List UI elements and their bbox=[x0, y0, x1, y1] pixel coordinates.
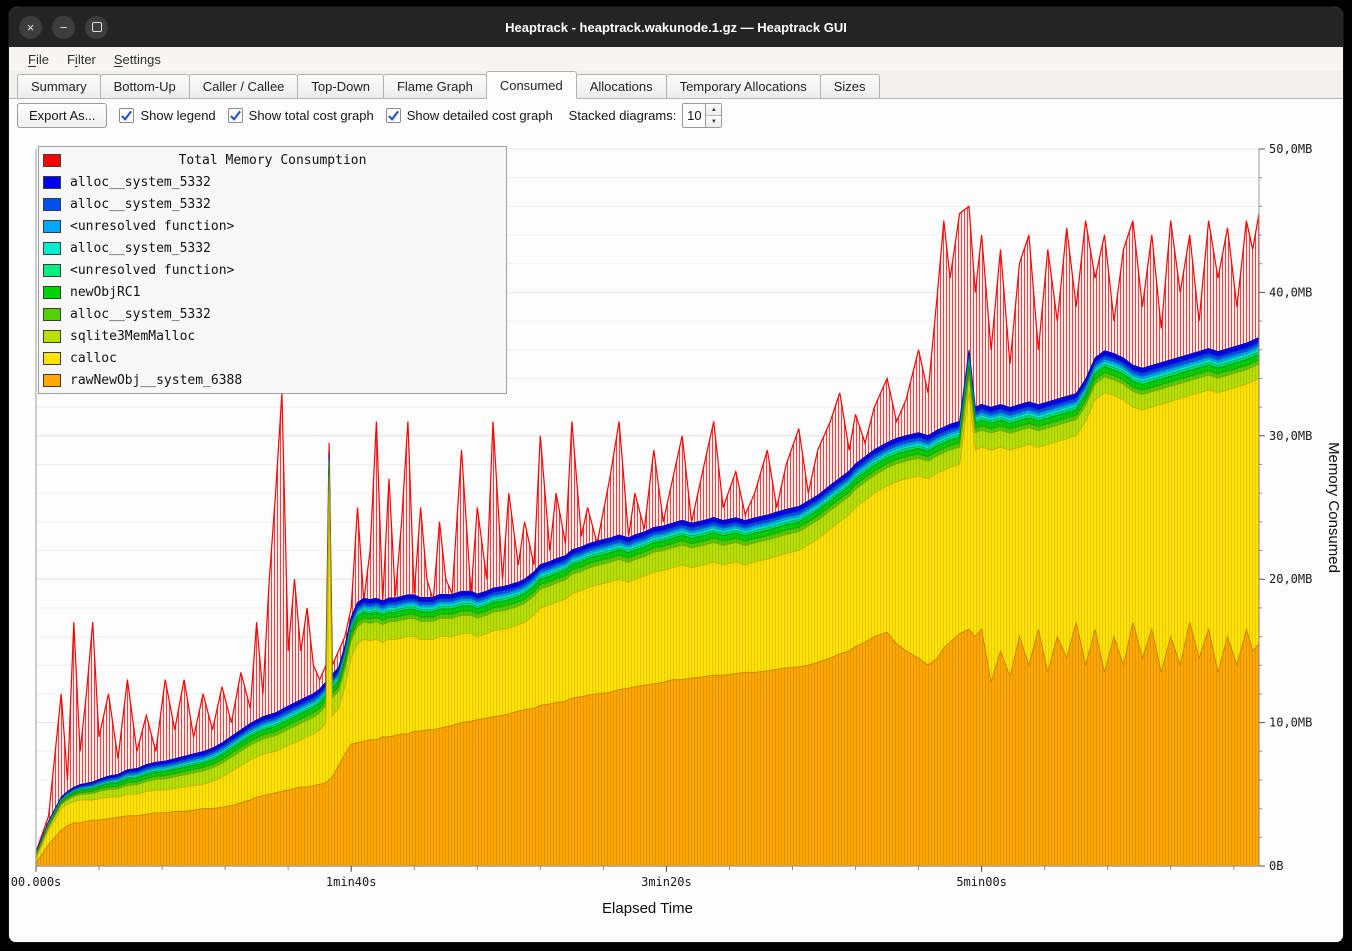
legend-label: rawNewObj__system_6388 bbox=[70, 373, 242, 388]
checkbox-box[interactable] bbox=[386, 108, 401, 123]
legend-title-row: Total Memory Consumption bbox=[39, 149, 506, 171]
legend-swatch bbox=[43, 352, 61, 365]
legend-label: <unresolved function> bbox=[70, 263, 234, 278]
legend-swatch bbox=[43, 374, 61, 387]
export-as-button[interactable]: Export As... bbox=[17, 103, 107, 128]
legend-row: alloc__system_5332 bbox=[39, 193, 506, 215]
tab-summary[interactable]: Summary bbox=[17, 74, 101, 98]
spinbox-buttons: ▲ ▼ bbox=[705, 104, 721, 127]
tab-allocations[interactable]: Allocations bbox=[576, 74, 667, 98]
legend-row: calloc bbox=[39, 347, 506, 369]
chart-legend: Total Memory Consumption alloc__system_53… bbox=[38, 146, 507, 394]
checkbox-group: Show legend Show total cost graph Show det… bbox=[107, 108, 552, 123]
window-title: Heaptrack - heaptrack.wakunode.1.gz — He… bbox=[9, 20, 1343, 35]
tab-caller-callee[interactable]: Caller / Callee bbox=[189, 74, 299, 98]
y-tick-label: 20,0MB bbox=[1269, 572, 1312, 586]
check-icon bbox=[229, 109, 242, 122]
tab-sizes[interactable]: Sizes bbox=[820, 74, 880, 98]
check-icon bbox=[120, 109, 133, 122]
y-axis-title: Memory Consumed bbox=[1325, 442, 1342, 573]
y-tick-label: 30,0MB bbox=[1269, 429, 1312, 443]
legend-title: Total Memory Consumption bbox=[70, 153, 475, 168]
spinbox-value[interactable]: 10 bbox=[683, 104, 705, 127]
legend-label: <unresolved function> bbox=[70, 219, 234, 234]
y-tick-label: 0B bbox=[1269, 859, 1283, 873]
legend-swatch bbox=[43, 286, 61, 299]
legend-row: alloc__system_5332 bbox=[39, 303, 506, 325]
checkbox-box[interactable] bbox=[228, 108, 243, 123]
tab-flame-graph[interactable]: Flame Graph bbox=[383, 74, 487, 98]
y-tick-label: 50,0MB bbox=[1269, 142, 1312, 156]
x-tick-label: 3min20s bbox=[641, 875, 692, 889]
legend-label: newObjRC1 bbox=[70, 285, 140, 300]
legend-row: rawNewObj__system_6388 bbox=[39, 369, 506, 391]
legend-row: newObjRC1 bbox=[39, 281, 506, 303]
chart-panel: 0B 10,0MB 20,0MB 30,0MB 40,0MB 50,0MB 00.000s 1… bbox=[9, 133, 1343, 942]
spin-up-button[interactable]: ▲ bbox=[706, 104, 721, 116]
checkbox-label: Show legend bbox=[140, 108, 215, 123]
checkbox-show-total-cost-graph[interactable]: Show total cost graph bbox=[228, 108, 374, 123]
legend-label: alloc__system_5332 bbox=[70, 307, 211, 322]
tab-bar: SummaryBottom-UpCaller / CalleeTop-DownF… bbox=[9, 71, 1343, 99]
legend-swatch bbox=[43, 242, 61, 255]
x-tick-label: 00.000s bbox=[11, 875, 62, 889]
menu-file[interactable]: File bbox=[19, 49, 58, 70]
legend-row: alloc__system_5332 bbox=[39, 237, 506, 259]
checkbox-label: Show detailed cost graph bbox=[407, 108, 553, 123]
legend-swatch bbox=[43, 176, 61, 189]
toolbar: Export As... Show legend Show total cost … bbox=[9, 99, 1343, 132]
x-tick-label: 5min00s bbox=[956, 875, 1007, 889]
x-axis-title: Elapsed Time bbox=[602, 900, 693, 917]
checkbox-show-legend[interactable]: Show legend bbox=[119, 108, 215, 123]
menu-filter[interactable]: Filter bbox=[58, 49, 105, 70]
stacked-diagrams-label: Stacked diagrams: bbox=[569, 108, 677, 123]
menubar: FileFilterSettings bbox=[9, 47, 1343, 71]
spin-down-button[interactable]: ▼ bbox=[706, 116, 721, 127]
titlebar[interactable]: × − Heaptrack - heaptrack.wakunode.1.gz … bbox=[9, 7, 1343, 47]
menu-settings[interactable]: Settings bbox=[105, 49, 170, 70]
legend-label: alloc__system_5332 bbox=[70, 241, 211, 256]
checkbox-show-detailed-cost-graph[interactable]: Show detailed cost graph bbox=[386, 108, 553, 123]
legend-row: alloc__system_5332 bbox=[39, 171, 506, 193]
tab-temporary-allocations[interactable]: Temporary Allocations bbox=[666, 74, 821, 98]
legend-swatch bbox=[43, 264, 61, 277]
legend-label: sqlite3MemMalloc bbox=[70, 329, 195, 344]
y-tick-label: 40,0MB bbox=[1269, 285, 1312, 299]
checkbox-label: Show total cost graph bbox=[249, 108, 374, 123]
tab-bottom-up[interactable]: Bottom-Up bbox=[100, 74, 190, 98]
legend-row: sqlite3MemMalloc bbox=[39, 325, 506, 347]
legend-label: alloc__system_5332 bbox=[70, 197, 211, 212]
legend-swatch bbox=[43, 198, 61, 211]
checkbox-box[interactable] bbox=[119, 108, 134, 123]
legend-swatch bbox=[43, 330, 61, 343]
legend-label: alloc__system_5332 bbox=[70, 175, 211, 190]
legend-row: <unresolved function> bbox=[39, 259, 506, 281]
desktop-background: × − Heaptrack - heaptrack.wakunode.1.gz … bbox=[0, 0, 1352, 951]
legend-row: <unresolved function> bbox=[39, 215, 506, 237]
heaptrack-window: × − Heaptrack - heaptrack.wakunode.1.gz … bbox=[8, 6, 1344, 943]
check-icon bbox=[387, 109, 400, 122]
legend-swatch bbox=[43, 308, 61, 321]
tab-top-down[interactable]: Top-Down bbox=[297, 74, 384, 98]
stacked-diagrams-spinbox[interactable]: 10 ▲ ▼ bbox=[682, 103, 722, 128]
y-tick-label: 10,0MB bbox=[1269, 716, 1312, 730]
tab-consumed[interactable]: Consumed bbox=[486, 71, 577, 99]
legend-label: calloc bbox=[70, 351, 117, 366]
legend-swatch bbox=[43, 220, 61, 233]
x-tick-label: 1min40s bbox=[326, 875, 377, 889]
legend-swatch bbox=[43, 154, 61, 167]
